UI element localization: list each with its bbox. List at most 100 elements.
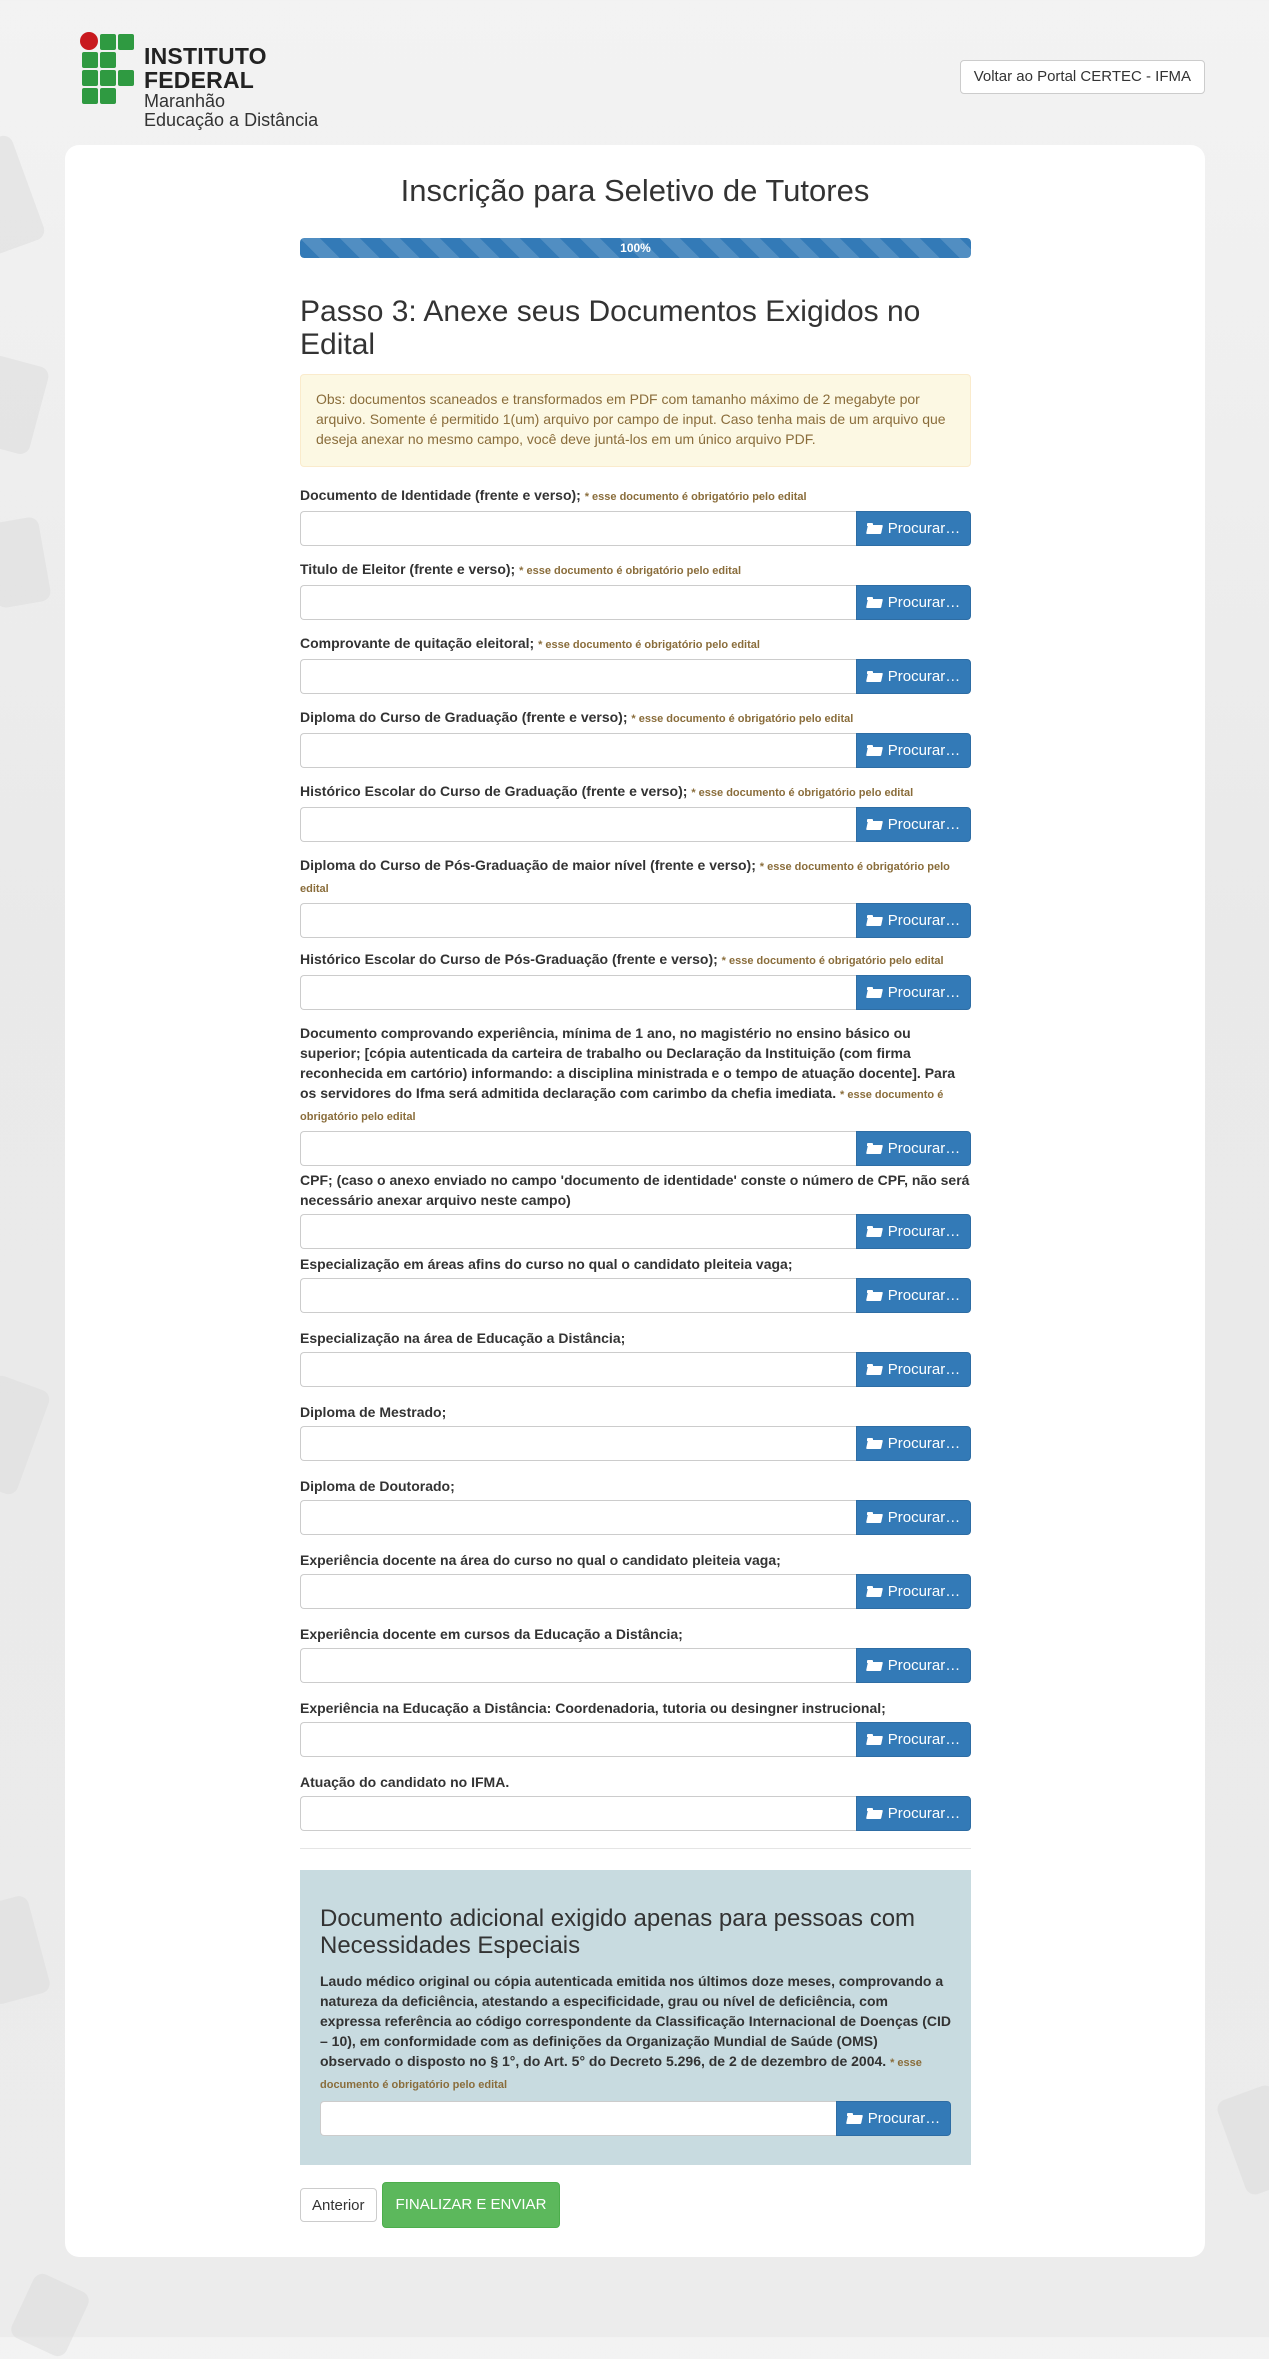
upload-field: Atuação do candidato no IFMA. Procurar… <box>300 1772 971 1831</box>
browse-button[interactable]: Procurar… <box>856 903 971 938</box>
special-needs-title: Documento adicional exigido apenas para … <box>320 1905 916 1959</box>
browse-label: Procurar… <box>887 1361 961 1378</box>
browse-button[interactable]: Procurar… <box>856 1214 971 1249</box>
special-needs-description: Laudo médico original ou cópia autentica… <box>320 1971 951 2095</box>
file-path-input[interactable] <box>300 1796 856 1831</box>
file-upload-group: Procurar… <box>300 511 971 546</box>
file-path-input[interactable] <box>300 903 856 938</box>
field-label-text: Comprovante de quitação eleitoral; <box>300 635 535 651</box>
browse-label: Procurar… <box>887 816 961 833</box>
back-to-portal-button[interactable]: Voltar ao Portal CERTEC - IFMA <box>959 60 1205 94</box>
background-decoration <box>0 133 48 257</box>
folder-open-icon <box>866 597 882 608</box>
upload-field-label: Diploma do Curso de Graduação (frente e … <box>300 707 971 729</box>
browse-button[interactable]: Procurar… <box>856 659 971 694</box>
browse-button[interactable]: Procurar… <box>856 975 971 1010</box>
browse-button[interactable]: Procurar… <box>856 1722 971 1757</box>
upload-field-label: Experiência na Educação a Distância: Coo… <box>300 1698 971 1718</box>
file-path-input[interactable] <box>300 511 856 546</box>
browse-button[interactable]: Procurar… <box>856 511 971 546</box>
upload-field: Documento de Identidade (frente e verso)… <box>300 485 971 546</box>
file-path-input[interactable] <box>300 733 856 768</box>
file-path-input[interactable] <box>300 1722 856 1757</box>
file-upload-group: Procurar… <box>300 1796 971 1831</box>
previous-button[interactable]: Anterior <box>300 2188 377 2222</box>
upload-field: Diploma de Doutorado; Procurar… <box>300 1476 971 1535</box>
required-note: * esse documento é obrigatório pelo edit… <box>519 565 741 577</box>
file-path-input[interactable] <box>300 1648 856 1683</box>
field-label-text: Titulo de Eleitor (frente e verso); <box>300 561 516 577</box>
file-upload-group: Procurar… <box>300 1352 971 1387</box>
browse-button[interactable]: Procurar… <box>856 733 971 768</box>
form-card: Inscrição para Seletivo de Tutores 100% … <box>65 145 1205 2257</box>
file-path-input[interactable] <box>300 807 856 842</box>
browse-label: Procurar… <box>887 984 961 1001</box>
field-label-text: Diploma de Mestrado; <box>300 1404 447 1420</box>
file-upload-group: Procurar… <box>300 1648 971 1683</box>
file-path-input[interactable] <box>300 1131 856 1166</box>
folder-open-icon <box>866 915 882 926</box>
field-label-text: Experiência na Educação a Distância: Coo… <box>300 1700 886 1716</box>
upload-field-label: CPF; (caso o anexo enviado no campo 'doc… <box>300 1170 971 1210</box>
progress-bar: 100% <box>300 238 971 258</box>
page-title: Inscrição para Seletivo de Tutores <box>400 173 870 208</box>
browse-button[interactable]: Procurar… <box>856 1352 971 1387</box>
browse-button[interactable]: Procurar… <box>856 1131 971 1166</box>
folder-open-icon <box>866 1808 882 1819</box>
browse-button[interactable]: Procurar… <box>856 585 971 620</box>
field-label-text: Diploma do Curso de Pós-Graduação de mai… <box>300 857 756 873</box>
browse-label: Procurar… <box>887 742 961 759</box>
upload-field: Comprovante de quitação eleitoral; * ess… <box>300 633 971 694</box>
background-decoration <box>0 1373 53 1497</box>
field-label-text: Experiência docente na área do curso no … <box>300 1552 781 1568</box>
browse-label: Procurar… <box>887 912 961 929</box>
background-decoration <box>0 353 51 457</box>
browse-label: Procurar… <box>887 594 961 611</box>
file-upload-group: Procurar… <box>300 1500 971 1535</box>
browse-button[interactable]: Procurar… <box>856 1426 971 1461</box>
browse-button[interactable]: Procurar… <box>856 807 971 842</box>
browse-button[interactable]: Procurar… <box>836 2101 951 2136</box>
folder-open-icon <box>866 1660 882 1671</box>
browse-button[interactable]: Procurar… <box>856 1574 971 1609</box>
upload-field: Diploma de Mestrado; Procurar… <box>300 1402 971 1461</box>
file-path-input[interactable] <box>300 1500 856 1535</box>
browse-button[interactable]: Procurar… <box>856 1648 971 1683</box>
file-path-input[interactable] <box>300 1352 856 1387</box>
logo-title: INSTITUTO FEDERAL <box>144 43 267 94</box>
upload-field: CPF; (caso o anexo enviado no campo 'doc… <box>300 1170 971 1249</box>
file-upload-group: Procurar… <box>300 807 971 842</box>
required-note: * esse documento é obrigatório pelo edit… <box>691 787 914 799</box>
file-path-input[interactable] <box>320 2101 836 2136</box>
upload-field: Titulo de Eleitor (frente e verso); * es… <box>300 559 971 620</box>
folder-open-icon <box>866 523 882 534</box>
file-upload-group: Procurar… <box>300 1278 971 1313</box>
upload-field-label: Documento comprovando experiência, mínim… <box>300 1023 971 1127</box>
upload-field-label: Especialização na área de Educação a Dis… <box>300 1328 971 1348</box>
submit-button[interactable]: FINALIZAR E ENVIAR <box>381 2182 561 2228</box>
browse-button[interactable]: Procurar… <box>856 1278 971 1313</box>
file-path-input[interactable] <box>300 1426 856 1461</box>
ifma-logo[interactable]: INSTITUTO FEDERAL Maranhão Educação a Di… <box>80 30 370 130</box>
folder-open-icon <box>866 1290 882 1301</box>
upload-field: Experiência docente em cursos da Educaçã… <box>300 1624 971 1683</box>
special-needs-upload: Procurar… <box>320 2101 951 2136</box>
logo-subtitle-1: Maranhão <box>144 91 226 112</box>
file-path-input[interactable] <box>300 585 856 620</box>
file-path-input[interactable] <box>300 1278 856 1313</box>
browse-button[interactable]: Procurar… <box>856 1500 971 1535</box>
file-path-input[interactable] <box>300 975 856 1010</box>
upload-field-label: Experiência docente em cursos da Educaçã… <box>300 1624 971 1644</box>
file-path-input[interactable] <box>300 659 856 694</box>
field-label-text: CPF; <box>300 1172 333 1188</box>
browse-button[interactable]: Procurar… <box>856 1796 971 1831</box>
file-upload-group: Procurar… <box>300 1574 971 1609</box>
special-needs-text: Laudo médico original ou cópia autentica… <box>320 1973 951 2069</box>
field-label-text: Documento de Identidade (frente e verso)… <box>300 487 581 503</box>
file-path-input[interactable] <box>300 1214 856 1249</box>
upload-field-label: Experiência docente na área do curso no … <box>300 1550 971 1570</box>
file-upload-group: Procurar… <box>300 1426 971 1461</box>
file-path-input[interactable] <box>300 1574 856 1609</box>
file-upload-group: Procurar… <box>300 1131 971 1166</box>
field-label-text: Diploma do Curso de Graduação (frente e … <box>300 709 628 725</box>
